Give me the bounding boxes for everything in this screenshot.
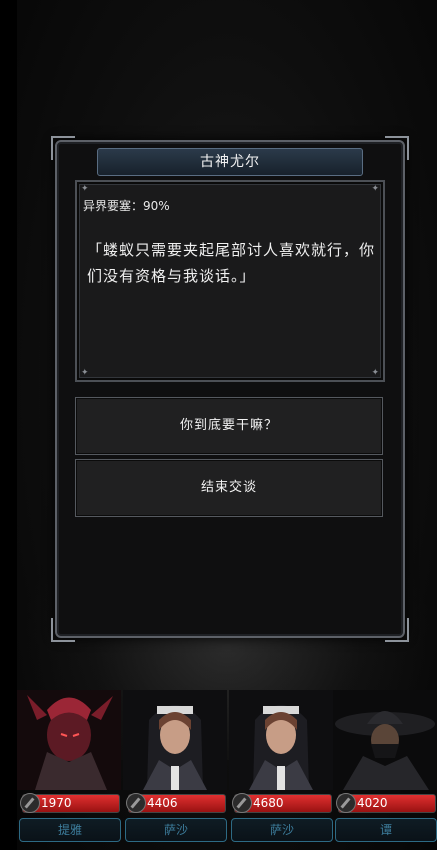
frame-corner-ornament — [385, 618, 409, 642]
ornament-star-icon: ✦ — [81, 368, 89, 378]
ornament-star-icon: ✦ — [371, 368, 379, 378]
member-name: 萨沙 — [125, 818, 227, 842]
party-member-card[interactable]: 4406 萨沙 — [123, 690, 227, 850]
dialogue-window: 古神尤尔 ✦ ✦ ✦ ✦ 异界要塞：90% 「蝼蚁只需要夹起尾部讨人喜欢就行，你… — [51, 136, 409, 642]
dialogue-text-box: ✦ ✦ ✦ ✦ 异界要塞：90% 「蝼蚁只需要夹起尾部讨人喜欢就行，你们没有资格… — [75, 180, 385, 382]
hp-bar: 1970 — [20, 793, 120, 813]
sword-icon — [336, 793, 356, 813]
nun-portrait-icon — [229, 690, 333, 790]
hp-bar: 4406 — [126, 793, 226, 813]
hp-bar: 4020 — [336, 793, 436, 813]
choice-end-conversation-button[interactable]: 结束交谈 — [75, 459, 383, 517]
sword-icon — [126, 793, 146, 813]
hp-value: 4020 — [357, 796, 388, 810]
party-bar: 1970 提雅 4406 萨沙 4680 萨沙 4020 谭 — [17, 690, 437, 850]
ornament-star-icon: ✦ — [81, 184, 89, 194]
hp-value: 4406 — [147, 796, 178, 810]
game-scene: 古神尤尔 ✦ ✦ ✦ ✦ 异界要塞：90% 「蝼蚁只需要夹起尾部讨人喜欢就行，你… — [17, 0, 437, 850]
nun-portrait-icon — [123, 690, 227, 790]
party-member-card[interactable]: 1970 提雅 — [17, 690, 121, 850]
ornament-star-icon: ✦ — [371, 184, 379, 194]
demon-warrior-portrait-icon — [17, 690, 121, 790]
hooded-hunter-portrait-icon — [333, 690, 437, 790]
member-name: 谭 — [335, 818, 437, 842]
party-member-card[interactable]: 4680 萨沙 — [229, 690, 333, 850]
hp-value: 1970 — [41, 796, 72, 810]
sword-icon — [232, 793, 252, 813]
hp-bar: 4680 — [232, 793, 332, 813]
member-name: 萨沙 — [231, 818, 333, 842]
hp-value: 4680 — [253, 796, 284, 810]
speaker-name: 古神尤尔 — [97, 148, 363, 176]
dialogue-quote: 「蝼蚁只需要夹起尾部讨人喜欢就行，你们没有资格与我谈话。」 — [87, 241, 376, 285]
frame-corner-ornament — [385, 136, 409, 160]
member-name: 提雅 — [19, 818, 121, 842]
sword-icon — [20, 793, 40, 813]
frame-corner-ornament — [51, 136, 75, 160]
choice-what-do-you-want-button[interactable]: 你到底要干嘛？ — [75, 397, 383, 455]
party-member-card[interactable]: 4020 谭 — [333, 690, 437, 850]
frame-corner-ornament — [51, 618, 75, 642]
location-progress: 异界要塞：90% — [83, 199, 170, 213]
